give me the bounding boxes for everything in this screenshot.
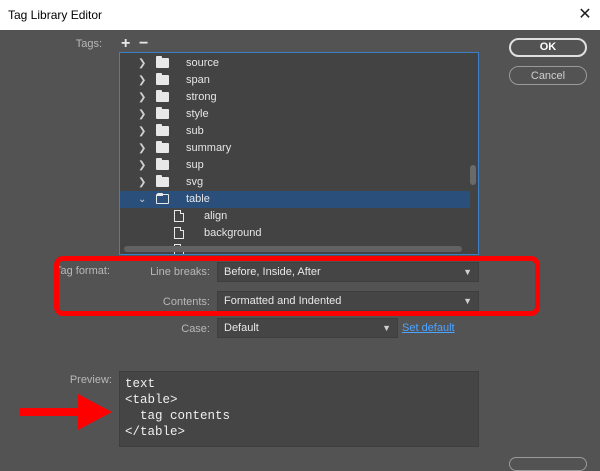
tree-item-summary[interactable]: ❯ summary [120,140,470,157]
folder-icon [156,56,169,68]
tree-item-label: span [186,74,210,86]
highlight-box [54,256,540,316]
preview-line: </table> [125,425,186,439]
tree-item-label: svg [186,176,204,188]
tree-item-table[interactable]: ⌄ table [120,191,470,208]
red-arrow-icon [20,394,112,430]
close-icon[interactable]: ✕ [574,4,596,26]
tree-item-sup[interactable]: ❯ sup [120,157,470,174]
tree-item-label: summary [186,142,232,154]
chevron-right-icon[interactable]: ❯ [138,55,148,72]
plus-icon[interactable]: + [121,35,130,53]
tree-item-label: align [204,210,228,222]
folder-icon [156,73,169,85]
tree-item-background[interactable]: background [120,225,470,242]
preview-line: text [125,377,156,391]
chevron-right-icon[interactable]: ❯ [138,72,148,89]
preview-line: tag contents [125,409,231,423]
folder-icon [156,141,169,153]
tree-item-label: sup [186,159,204,171]
minus-icon[interactable]: − [139,35,148,53]
folder-icon [156,158,169,170]
folder-icon [156,124,169,136]
folder-icon [156,175,169,187]
folder-icon [156,107,169,119]
tree-item-source[interactable]: ❯ source [120,55,470,72]
preview-line: <table> [125,393,178,407]
cancel-button[interactable]: Cancel [509,66,587,85]
tree-item-label: sub [186,125,204,137]
tree-item-sub[interactable]: ❯ sub [120,123,470,140]
file-icon [174,227,184,239]
chevron-right-icon[interactable]: ❯ [138,140,148,157]
case-label: Case: [181,323,210,335]
tree-item-svg[interactable]: ❯ svg [120,174,470,191]
tree-item-align[interactable]: align [120,208,470,225]
preview-label: Preview: [69,374,112,386]
dropdown-arrow-icon: ▼ [382,323,391,333]
tree-vertical-scrollbar[interactable] [470,165,476,185]
chevron-right-icon[interactable]: ❯ [138,89,148,106]
set-default-link[interactable]: Set default [402,322,455,334]
tags-label: Tags: [75,38,102,50]
chevron-right-icon[interactable]: ❯ [138,174,148,191]
tree-item-label: background [204,227,262,239]
tree-item-style[interactable]: ❯ style [120,106,470,123]
tree-item-span[interactable]: ❯ span [120,72,470,89]
ok-button[interactable]: OK [509,38,587,57]
chevron-right-icon[interactable]: ❯ [138,157,148,174]
tag-tree[interactable]: ❯ source ❯ span ❯ strong ❯ style ❯ sub ❯… [119,52,479,255]
title-bar: Tag Library Editor ✕ [0,0,600,30]
case-select[interactable]: Default ▼ [217,318,398,338]
tree-item-label: strong [186,91,217,103]
folder-open-icon [156,193,169,204]
tree-item-label: table [186,193,210,205]
window-title: Tag Library Editor [8,8,103,22]
preview-pane: text <table> tag contents </table> [119,371,479,447]
folder-icon [156,90,169,102]
chevron-right-icon[interactable]: ❯ [138,106,148,123]
tree-item-label: style [186,108,209,120]
tree-horizontal-scrollbar[interactable] [124,246,462,252]
chevron-right-icon[interactable]: ❯ [138,123,148,140]
help-button[interactable] [509,457,587,471]
tree-item-label: source [186,57,220,69]
file-icon [174,210,184,222]
chevron-down-icon[interactable]: ⌄ [138,191,148,208]
tree-item-strong[interactable]: ❯ strong [120,89,470,106]
case-value: Default [224,322,259,334]
